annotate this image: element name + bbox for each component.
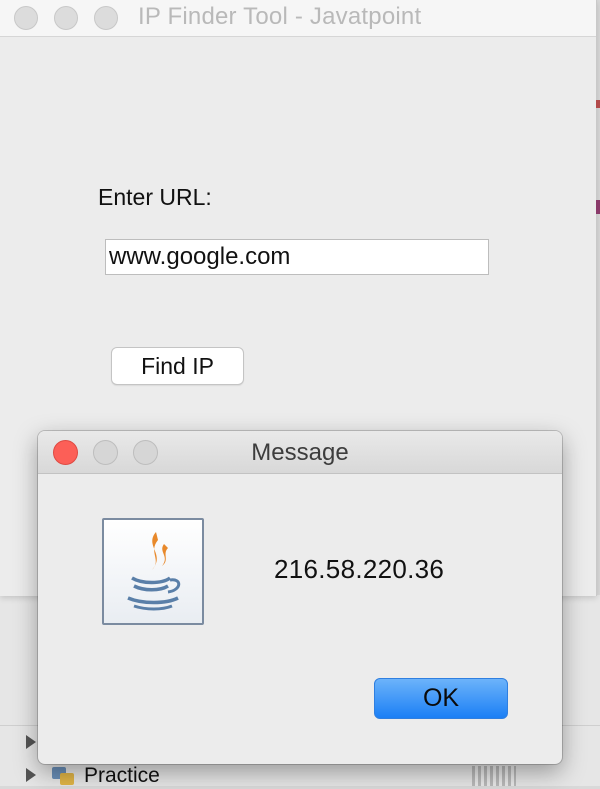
tree-item-label: Practice bbox=[84, 764, 160, 787]
tree-item-practice[interactable]: Practice bbox=[50, 763, 160, 789]
main-titlebar[interactable]: IP Finder Tool - Javatpoint bbox=[0, 0, 596, 37]
tree-expand-arrow-icon[interactable] bbox=[26, 735, 36, 749]
scrollbar-texture bbox=[472, 766, 516, 786]
close-window-icon[interactable] bbox=[14, 6, 38, 30]
edge-mark bbox=[596, 200, 600, 214]
find-ip-button[interactable]: Find IP bbox=[111, 347, 244, 385]
url-input[interactable] bbox=[105, 239, 489, 275]
message-text: 216.58.220.36 bbox=[274, 554, 445, 584]
dialog-titlebar[interactable]: Message bbox=[38, 431, 562, 474]
window-title: IP Finder Tool - Javatpoint bbox=[138, 3, 422, 30]
java-icon bbox=[102, 518, 204, 625]
minimize-window-icon[interactable] bbox=[54, 6, 78, 30]
tree-expand-arrow-icon[interactable] bbox=[26, 768, 36, 782]
message-dialog: Message 216.58.220.36 OK bbox=[38, 431, 562, 764]
dialog-title: Message bbox=[251, 439, 349, 466]
ok-button[interactable]: OK bbox=[374, 678, 508, 719]
edge-mark bbox=[596, 100, 600, 108]
package-icon bbox=[50, 765, 78, 787]
url-label: Enter URL: bbox=[98, 184, 212, 210]
maximize-window-icon[interactable] bbox=[94, 6, 118, 30]
